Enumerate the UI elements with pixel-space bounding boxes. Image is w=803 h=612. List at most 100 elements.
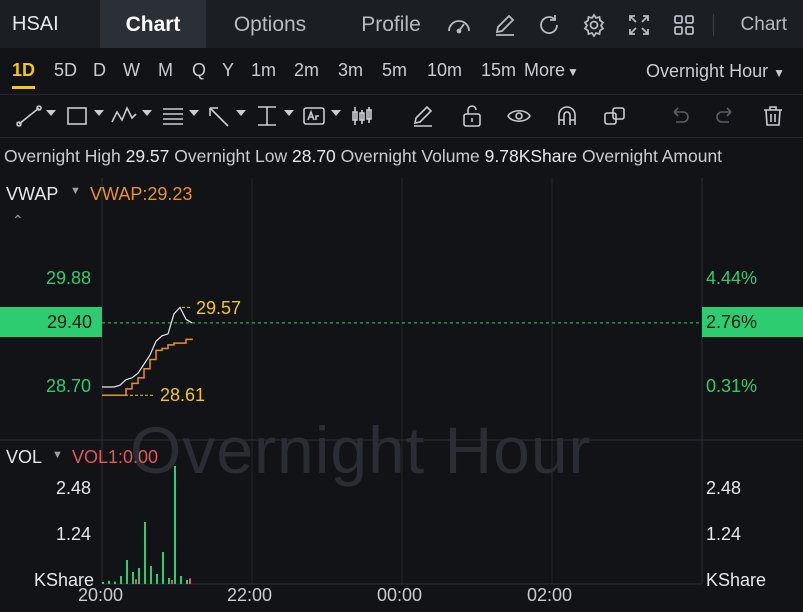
volume-bar	[168, 578, 170, 584]
edit-icon[interactable]	[492, 12, 518, 38]
x-tick: 20:00	[78, 585, 124, 605]
magnet-icon[interactable]	[554, 104, 580, 128]
indicator-name-vwap[interactable]: VWAP	[6, 184, 58, 205]
chart-area[interactable]: VWAP ▼ VWAP:29.23 ⌃ Overnight Hour 29.88…	[0, 178, 803, 612]
volume-bar	[126, 560, 128, 584]
volume-bar	[162, 552, 164, 584]
more-periods-button[interactable]: More ▼	[524, 60, 579, 81]
period-10m[interactable]: 10m	[427, 60, 462, 81]
volume-bar-down	[135, 579, 137, 584]
caret-down-icon[interactable]: ▼	[52, 449, 63, 461]
collapse-icon[interactable]: ⌃	[12, 212, 24, 229]
x-tick: 00:00	[377, 585, 423, 605]
high-marker-label: 29.57	[196, 298, 242, 318]
drawing-toolbar	[0, 94, 803, 138]
percent-tick: 4.44%	[706, 268, 758, 288]
caret-down-icon[interactable]	[331, 110, 341, 116]
tab-chart[interactable]: Chart	[100, 0, 206, 48]
overnight-volume-label: Overnight Volume	[340, 146, 480, 166]
redo-icon[interactable]	[713, 104, 739, 128]
top-tab-bar: HSAI Chart Options Profile Chart	[0, 0, 803, 48]
period-5m[interactable]: 5m	[382, 60, 407, 81]
settings-icon[interactable]	[581, 12, 607, 38]
candle-icon[interactable]	[349, 104, 375, 128]
overnight-high-value: 29.57	[125, 146, 170, 166]
volume-bar	[132, 572, 134, 584]
chart-canvas	[0, 178, 803, 585]
volume-bar	[180, 576, 182, 584]
volume-bar-down	[171, 580, 173, 584]
text-icon[interactable]	[301, 104, 327, 128]
period-selector: 1D 5D D W M Q Y 1m 2m 3m 5m 10m 15m More…	[0, 48, 803, 92]
period-1m[interactable]: 1m	[251, 60, 276, 81]
overnight-stats-row: Overnight High 29.57 Overnight Low 28.70…	[4, 146, 722, 167]
tab-options[interactable]: Options	[216, 0, 324, 48]
caret-down-icon: ▼	[567, 65, 579, 79]
period-w[interactable]: W	[123, 60, 140, 81]
trash-icon[interactable]	[760, 104, 786, 128]
period-3m[interactable]: 3m	[338, 60, 363, 81]
chart-menu-button[interactable]: Chart	[741, 14, 787, 36]
rectangle-icon[interactable]	[64, 104, 90, 128]
x-tick: 22:00	[227, 585, 273, 605]
caret-down-icon[interactable]	[284, 110, 294, 116]
period-d[interactable]: D	[93, 60, 106, 81]
volume-bar	[114, 581, 116, 584]
session-select-value: Overnight Hour	[646, 61, 769, 81]
caret-down-icon: ▼	[773, 66, 785, 80]
caret-down-icon[interactable]	[142, 110, 152, 116]
volume-bar	[120, 576, 122, 584]
trend-line-icon[interactable]	[16, 104, 42, 128]
symbol-label: HSAI	[12, 13, 59, 35]
current-price-badge: 29.40	[0, 307, 102, 337]
period-m[interactable]: M	[158, 60, 173, 81]
volume-bar	[186, 580, 188, 584]
caret-down-icon[interactable]: ▼	[70, 185, 81, 197]
measure-icon[interactable]	[254, 104, 280, 128]
eye-icon[interactable]	[506, 104, 532, 128]
refresh-icon[interactable]	[536, 12, 562, 38]
toolbar-divider	[713, 14, 714, 36]
overnight-low-value: 28.70	[292, 146, 336, 166]
more-label: More	[524, 60, 566, 80]
grid-icon[interactable]	[671, 12, 697, 38]
session-watermark: Overnight Hour	[130, 413, 592, 487]
pattern-icon[interactable]	[110, 104, 138, 128]
vol-value: VOL1:0.00	[72, 447, 159, 467]
speedometer-icon[interactable]	[446, 12, 472, 38]
volume-bar	[108, 580, 110, 584]
caret-down-icon[interactable]	[189, 110, 199, 116]
price-tick: 28.70	[46, 376, 92, 396]
layers-icon[interactable]	[602, 104, 628, 128]
current-percent-badge: 2.76%	[702, 307, 803, 337]
caret-down-icon[interactable]	[46, 110, 56, 116]
volume-tick: 2.48	[706, 478, 742, 498]
percent-tick: 0.31%	[706, 376, 758, 396]
volume-bar	[144, 522, 146, 584]
period-1d[interactable]: 1D	[12, 60, 36, 89]
arrow-icon[interactable]	[206, 104, 232, 128]
vwap-value: VWAP:29.23	[90, 184, 193, 204]
pen-icon[interactable]	[410, 104, 436, 128]
indicator-name-vol[interactable]: VOL	[6, 447, 42, 468]
session-select[interactable]: Overnight Hour ▼	[646, 61, 785, 82]
fibonacci-icon[interactable]	[160, 104, 186, 128]
fullscreen-icon[interactable]	[626, 12, 652, 38]
price-line	[102, 306, 193, 388]
unlock-icon[interactable]	[460, 104, 484, 128]
period-5d[interactable]: 5D	[54, 60, 77, 81]
volume-bar	[156, 574, 158, 584]
volume-unit: KShare	[706, 570, 767, 590]
volume-bar	[102, 582, 104, 584]
overnight-low-label: Overnight Low	[174, 146, 288, 166]
tab-profile[interactable]: Profile	[344, 0, 438, 48]
caret-down-icon[interactable]	[236, 110, 246, 116]
period-y[interactable]: Y	[222, 60, 234, 81]
overnight-high-label: Overnight High	[4, 146, 121, 166]
undo-icon[interactable]	[666, 104, 692, 128]
period-q[interactable]: Q	[192, 60, 206, 81]
period-15m[interactable]: 15m	[481, 60, 516, 81]
period-2m[interactable]: 2m	[294, 60, 319, 81]
caret-down-icon[interactable]	[94, 110, 104, 116]
volume-bar	[138, 568, 140, 584]
